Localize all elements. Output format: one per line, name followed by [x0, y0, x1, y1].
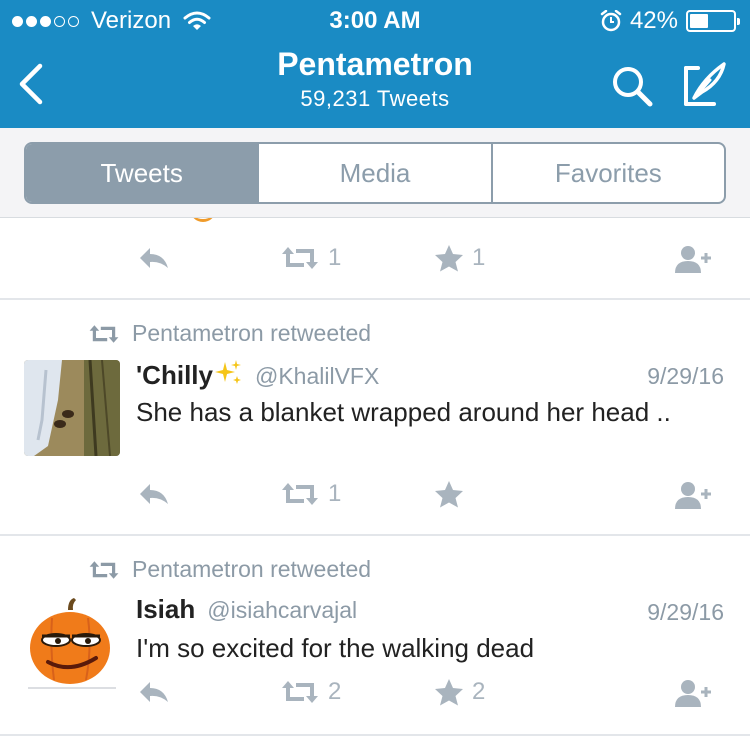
- user-name[interactable]: Isiah: [136, 594, 195, 625]
- tweet-date: 9/29/16: [647, 363, 724, 389]
- follow-button[interactable]: [672, 244, 714, 274]
- favorite-count: 1: [472, 244, 486, 271]
- battery-icon: [686, 10, 740, 32]
- retweet-button[interactable]: 1: [280, 480, 341, 508]
- user-name-text: 'Chilly: [136, 360, 213, 390]
- tweet-header: 'Chilly @KhalilVFX: [136, 358, 379, 391]
- retweet-count: 1: [328, 480, 342, 507]
- search-icon[interactable]: [608, 62, 656, 110]
- avatar-image: [24, 360, 120, 456]
- tweet-date: 9/29/16: [647, 599, 724, 625]
- favorite-button[interactable]: 1: [434, 244, 485, 272]
- follow-user-icon: [675, 680, 711, 707]
- retweet-icon: [282, 247, 318, 269]
- tweet-header: Isiah @isiahcarvajal: [136, 594, 357, 625]
- tweet-feed: 1 1 Pentametron retweeted 'Chilly @Khali…: [0, 218, 750, 746]
- user-handle[interactable]: @KhalilVFX: [255, 363, 379, 390]
- retweet-context: Pentametron retweeted: [88, 556, 371, 583]
- retweet-icon: [89, 560, 119, 579]
- favorite-button[interactable]: [434, 480, 472, 508]
- divider: [0, 734, 750, 736]
- reply-icon: [140, 248, 168, 268]
- tab-favorites[interactable]: Favorites: [493, 144, 724, 202]
- follow-button[interactable]: [672, 678, 714, 708]
- battery-level: [690, 14, 708, 28]
- nav-bar: Verizon 3:00 AM 42% Pentametron 59,231 T…: [0, 0, 750, 128]
- retweet-count: 1: [328, 244, 342, 271]
- retweet-button[interactable]: 2: [280, 678, 341, 706]
- user-name[interactable]: 'Chilly: [136, 358, 243, 391]
- reply-button[interactable]: [136, 480, 172, 508]
- divider: [0, 298, 750, 300]
- reply-icon: [140, 682, 168, 702]
- retweet-count: 2: [328, 678, 342, 705]
- reply-button[interactable]: [136, 678, 172, 706]
- segmented-control: Tweets Media Favorites: [24, 142, 726, 204]
- tab-tweets[interactable]: Tweets: [26, 144, 260, 202]
- star-icon: [435, 481, 463, 508]
- divider: [0, 534, 750, 536]
- profile-tabs-bar: Tweets Media Favorites: [0, 128, 750, 218]
- tweet-text: I'm so excited for the walking dead: [136, 633, 535, 663]
- status-bar: Verizon 3:00 AM 42%: [0, 0, 750, 40]
- status-right: 42%: [600, 7, 740, 35]
- retweeted-by-label: Pentametron retweeted: [132, 556, 372, 582]
- alarm-icon: [600, 10, 622, 32]
- avatar-edge: [190, 218, 216, 222]
- tweet-actions: 1 1: [0, 244, 750, 284]
- avatar[interactable]: [24, 360, 120, 456]
- reply-icon: [140, 484, 168, 504]
- retweeted-by-label: Pentametron retweeted: [132, 320, 372, 346]
- star-icon: [435, 245, 463, 272]
- star-icon: [435, 679, 463, 706]
- tab-media[interactable]: Media: [259, 144, 493, 202]
- reply-button[interactable]: [136, 244, 172, 272]
- user-handle[interactable]: @isiahcarvajal: [207, 597, 357, 624]
- retweet-icon: [282, 681, 318, 703]
- battery-percentage: 42%: [629, 7, 678, 34]
- sparkles-emoji: [214, 360, 241, 384]
- follow-user-icon: [675, 246, 711, 273]
- follow-user-icon: [675, 482, 711, 509]
- tweet-actions: 1: [0, 480, 750, 520]
- retweet-icon: [89, 324, 119, 343]
- tweet-actions: 2 2: [0, 678, 750, 718]
- retweet-icon: [282, 483, 318, 505]
- retweet-button[interactable]: 1: [280, 244, 341, 272]
- retweet-context: Pentametron retweeted: [88, 320, 371, 347]
- compose-icon[interactable]: [680, 60, 730, 108]
- follow-button[interactable]: [672, 480, 714, 510]
- tweet-text: She has a blanket wrapped around her hea…: [136, 397, 671, 427]
- favorite-button[interactable]: 2: [434, 678, 485, 706]
- favorite-count: 2: [472, 678, 486, 705]
